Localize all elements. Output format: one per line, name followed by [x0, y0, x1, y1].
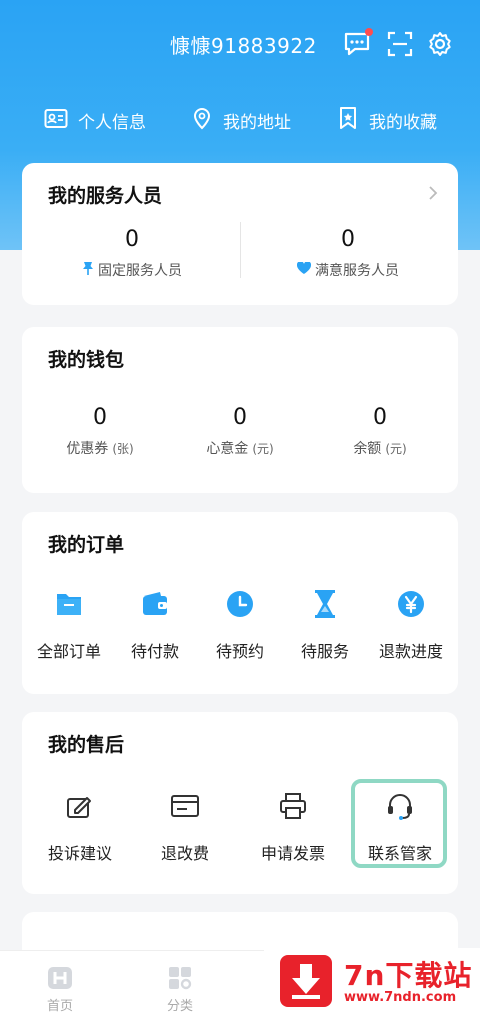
quick-link-label: 我的收藏: [369, 112, 437, 133]
tab-label: 首页: [46, 999, 73, 1014]
order-pending-service[interactable]: 待服务: [286, 584, 364, 662]
quick-link-label: 我的地址: [223, 112, 291, 133]
order-label: 待付款: [130, 642, 179, 661]
stat-label: 固定服务人员: [98, 263, 182, 279]
stat-value: 0: [341, 227, 355, 252]
after-sales-label: 退改费: [160, 844, 209, 863]
stat-unit: (元): [385, 441, 407, 456]
orders-card: 我的订单 全部订单 待付款 待预约 待服务 退款进度: [22, 512, 458, 694]
quick-link-favorites[interactable]: 我的收藏: [337, 106, 437, 134]
settings-icon[interactable]: [426, 30, 454, 58]
order-label: 全部订单: [36, 642, 101, 661]
stat-label: 余额: [353, 441, 382, 457]
stat-unit: (张): [112, 441, 134, 456]
card-icon: [165, 786, 205, 826]
watermark-title: 7n下载站: [344, 959, 473, 992]
refund-change-fee[interactable]: 退改费: [143, 786, 227, 864]
hourglass-icon: [305, 584, 345, 624]
card-title: 我的钱包: [48, 349, 125, 371]
highlight-frame: [351, 779, 447, 868]
quick-link-profile[interactable]: 个人信息: [44, 106, 146, 134]
quick-link-address[interactable]: 我的地址: [191, 106, 291, 134]
fixed-staff-stat[interactable]: 0 固定服务人员: [82, 227, 182, 280]
stat-value: 0: [233, 405, 247, 430]
stat-value: 0: [373, 405, 387, 430]
pin-icon: [82, 261, 94, 279]
stat-value: 0: [93, 405, 107, 430]
stat-unit: (元): [252, 441, 274, 456]
order-label: 退款进度: [378, 642, 443, 661]
stat-label: 优惠券: [66, 441, 109, 457]
wallet-icon: [135, 584, 175, 624]
heart-icon: [296, 261, 312, 278]
tab-category[interactable]: 分类: [160, 965, 200, 1014]
id-card-icon: [44, 107, 68, 134]
card-title: 我的售后: [48, 734, 125, 756]
printer-icon: [273, 786, 313, 826]
card-title: 我的订单: [48, 534, 125, 556]
stat-label: 满意服务人员: [315, 263, 399, 279]
clock-icon: [220, 584, 260, 624]
folder-icon: [49, 584, 89, 624]
stat-label: 心意金: [206, 441, 249, 457]
unread-dot: [365, 28, 373, 36]
scan-icon[interactable]: [386, 30, 414, 58]
after-sales-label: 申请发票: [260, 844, 325, 863]
download-icon: [280, 955, 332, 1007]
tab-home[interactable]: 首页: [40, 965, 80, 1014]
order-label: 待服务: [300, 642, 349, 661]
order-pending-payment[interactable]: 待付款: [116, 584, 194, 662]
yen-icon: [391, 584, 431, 624]
watermark-logo: 7n下载站 www.7ndn.com: [264, 948, 480, 1019]
message-icon[interactable]: [343, 28, 373, 58]
order-refund-progress[interactable]: 退款进度: [372, 584, 450, 662]
tab-label: 分类: [166, 999, 193, 1014]
username: 慷慷91883922: [170, 34, 317, 58]
category-icon: [166, 965, 194, 995]
chevron-right-icon[interactable]: [428, 185, 438, 205]
gift-money-stat[interactable]: 0 心意金 (元): [190, 405, 290, 458]
wallet-card[interactable]: 我的钱包 0 优惠券 (张) 0 心意金 (元) 0 余额 (元): [22, 327, 458, 493]
apply-invoice[interactable]: 申请发票: [251, 786, 335, 864]
order-pending-booking[interactable]: 待预约: [201, 584, 279, 662]
edit-icon: [60, 786, 100, 826]
complaint-suggestion[interactable]: 投诉建议: [38, 786, 122, 864]
home-icon: [46, 965, 74, 995]
divider: [240, 222, 241, 278]
stat-value: 0: [125, 227, 139, 252]
satisfied-staff-stat[interactable]: 0 满意服务人员: [296, 227, 399, 280]
after-sales-label: 投诉建议: [47, 844, 112, 863]
quick-link-label: 个人信息: [78, 112, 146, 133]
bookmark-icon: [337, 106, 359, 135]
order-label: 待预约: [215, 642, 264, 661]
location-icon: [191, 106, 213, 135]
order-all[interactable]: 全部订单: [30, 584, 108, 662]
balance-stat[interactable]: 0 余额 (元): [330, 405, 430, 458]
watermark-url: www.7ndn.com: [344, 990, 457, 1005]
card-title: 我的服务人员: [48, 185, 163, 207]
coupon-stat[interactable]: 0 优惠券 (张): [50, 405, 150, 458]
